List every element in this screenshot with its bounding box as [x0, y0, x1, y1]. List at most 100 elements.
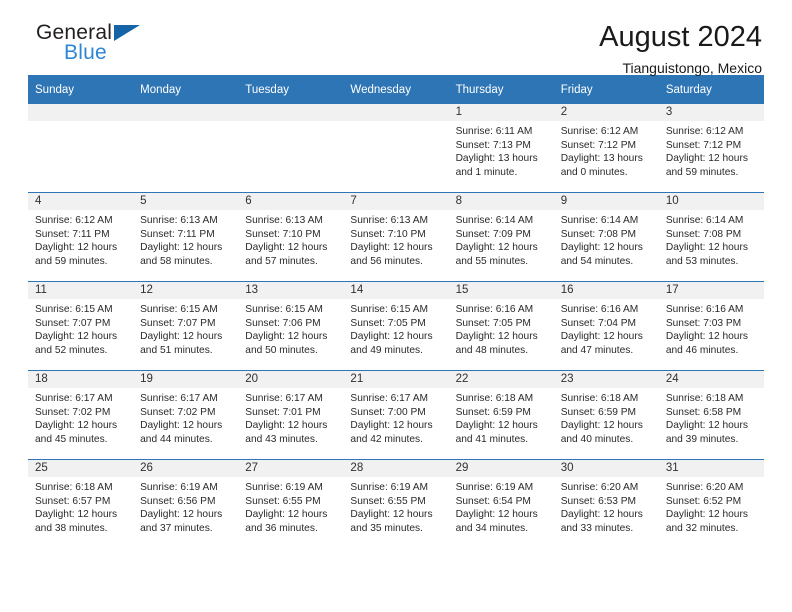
sunset-time: Sunset: 7:03 PM [665, 317, 742, 329]
calendar-week-row: 18 Sunrise: 6:17 AM Sunset: 7:02 PM Dayligh… [28, 370, 764, 460]
daylight-duration-line2: and 52 minutes. [35, 344, 108, 356]
sunset-time: Sunset: 6:59 PM [560, 406, 637, 418]
daylight-duration-line2: and 39 minutes. [665, 433, 739, 445]
weekday-header-thursday: Thursday [448, 75, 554, 104]
calendar-day-cell[interactable]: 11 Sunrise: 6:15 AM Sunset: 7:07 PM Dayligh… [28, 281, 134, 371]
daylight-duration-line1: Daylight: 12 hours [245, 420, 328, 432]
daylight-duration-line1: Daylight: 12 hours [245, 509, 328, 521]
day-number: 22 [448, 371, 554, 388]
day-details: Sunrise: 6:15 AM Sunset: 7:06 PM Daylight:… [238, 299, 343, 357]
calendar-day-cell[interactable]: 13 Sunrise: 6:15 AM Sunset: 7:06 PM Dayligh… [238, 281, 344, 371]
calendar-day-cell[interactable]: 28 Sunrise: 6:19 AM Sunset: 6:55 PM Dayligh… [343, 460, 449, 549]
sunrise-time: Sunrise: 6:16 AM [455, 304, 534, 315]
daylight-duration-line2: and 46 minutes. [665, 344, 739, 356]
day-details: Sunrise: 6:12 AM Sunset: 7:11 PM Daylight:… [28, 210, 133, 268]
day-number: 19 [133, 371, 239, 388]
sunrise-time: Sunrise: 6:16 AM [665, 304, 744, 315]
calendar-day-cell[interactable]: 6 Sunrise: 6:13 AM Sunset: 7:10 PM Daylight… [238, 192, 344, 282]
day-number [28, 104, 134, 121]
calendar-day-cell[interactable]: 7 Sunrise: 6:13 AM Sunset: 7:10 PM Daylight… [343, 192, 449, 282]
sunset-time: Sunset: 7:05 PM [350, 317, 426, 329]
calendar-day-cell[interactable]: 10 Sunrise: 6:14 AM Sunset: 7:08 PM Dayligh… [658, 192, 764, 282]
calendar-day-cell[interactable]: 21 Sunrise: 6:17 AM Sunset: 7:00 PM Dayligh… [343, 370, 449, 460]
daylight-duration-line1: Daylight: 12 hours [665, 420, 748, 432]
daylight-duration-line1: Daylight: 12 hours [455, 509, 538, 521]
day-number: 17 [658, 282, 764, 299]
weekday-header-saturday: Saturday [658, 75, 764, 104]
calendar-cell-empty [343, 104, 449, 193]
brand-logo[interactable]: General Blue [36, 22, 216, 72]
calendar-day-cell[interactable]: 26 Sunrise: 6:19 AM Sunset: 6:56 PM Dayligh… [133, 460, 239, 549]
daylight-duration-line1: Daylight: 12 hours [350, 420, 433, 432]
calendar-day-cell[interactable]: 29 Sunrise: 6:19 AM Sunset: 6:54 PM Dayligh… [448, 460, 554, 549]
sunset-time: Sunset: 7:02 PM [140, 406, 216, 418]
calendar-day-cell[interactable]: 3 Sunrise: 6:12 AM Sunset: 7:12 PM Daylight… [658, 104, 764, 193]
day-number: 14 [343, 282, 449, 299]
calendar-day-cell[interactable]: 2 Sunrise: 6:12 AM Sunset: 7:12 PM Daylight… [553, 104, 659, 193]
daylight-duration-line1: Daylight: 12 hours [245, 331, 328, 343]
sunrise-time: Sunrise: 6:17 AM [35, 393, 113, 404]
calendar-day-cell[interactable]: 12 Sunrise: 6:15 AM Sunset: 7:07 PM Dayligh… [133, 281, 239, 371]
day-number: 15 [448, 282, 554, 299]
calendar-day-cell[interactable]: 1 Sunrise: 6:11 AM Sunset: 7:13 PM Daylight… [448, 104, 554, 193]
sunrise-time: Sunrise: 6:17 AM [245, 393, 323, 404]
sunset-time: Sunset: 7:06 PM [245, 317, 321, 329]
daylight-duration-line1: Daylight: 12 hours [560, 331, 643, 343]
day-details: Sunrise: 6:14 AM Sunset: 7:08 PM Daylight:… [554, 210, 659, 268]
sunrise-time: Sunrise: 6:18 AM [455, 393, 534, 404]
sunset-time: Sunset: 7:00 PM [350, 406, 426, 418]
calendar-day-cell[interactable]: 31 Sunrise: 6:20 AM Sunset: 6:52 PM Dayligh… [658, 460, 764, 549]
sunrise-time: Sunrise: 6:19 AM [350, 482, 429, 493]
weekday-header-monday: Monday [133, 75, 239, 104]
sunrise-time: Sunrise: 6:15 AM [140, 304, 218, 315]
sunset-time: Sunset: 6:54 PM [455, 495, 531, 507]
day-details: Sunrise: 6:17 AM Sunset: 7:02 PM Daylight:… [133, 388, 238, 446]
calendar-day-cell[interactable]: 4 Sunrise: 6:12 AM Sunset: 7:11 PM Daylight… [28, 192, 134, 282]
sunset-time: Sunset: 7:04 PM [560, 317, 637, 329]
calendar-header-row: Sunday Monday Tuesday Wednesday Thursday… [28, 75, 764, 104]
daylight-duration-line2: and 33 minutes. [560, 522, 634, 534]
calendar-day-cell[interactable]: 16 Sunrise: 6:16 AM Sunset: 7:04 PM Dayligh… [553, 281, 659, 371]
calendar-day-cell[interactable]: 30 Sunrise: 6:20 AM Sunset: 6:53 PM Dayligh… [553, 460, 659, 549]
calendar-day-cell[interactable]: 17 Sunrise: 6:16 AM Sunset: 7:03 PM Dayligh… [658, 281, 764, 371]
daylight-duration-line2: and 45 minutes. [35, 433, 108, 445]
calendar-day-cell[interactable]: 20 Sunrise: 6:17 AM Sunset: 7:01 PM Dayligh… [238, 370, 344, 460]
sunset-time: Sunset: 6:55 PM [350, 495, 426, 507]
sunrise-time: Sunrise: 6:13 AM [245, 215, 323, 226]
day-details: Sunrise: 6:11 AM Sunset: 7:13 PM Daylight:… [449, 121, 554, 179]
day-details: Sunrise: 6:17 AM Sunset: 7:02 PM Daylight:… [28, 388, 133, 446]
calendar-day-cell[interactable]: 23 Sunrise: 6:18 AM Sunset: 6:59 PM Dayligh… [553, 370, 659, 460]
calendar-week-row: 4 Sunrise: 6:12 AM Sunset: 7:11 PM Daylight… [28, 192, 764, 282]
sunrise-time: Sunrise: 6:16 AM [560, 304, 639, 315]
calendar-day-cell[interactable]: 8 Sunrise: 6:14 AM Sunset: 7:09 PM Daylight… [448, 192, 554, 282]
calendar-day-cell[interactable]: 15 Sunrise: 6:16 AM Sunset: 7:05 PM Dayligh… [448, 281, 554, 371]
day-number: 30 [553, 460, 659, 477]
sunset-time: Sunset: 7:11 PM [140, 228, 215, 240]
daylight-duration-line2: and 50 minutes. [245, 344, 318, 356]
calendar-day-cell[interactable]: 24 Sunrise: 6:18 AM Sunset: 6:58 PM Dayligh… [658, 370, 764, 460]
calendar-day-cell[interactable]: 18 Sunrise: 6:17 AM Sunset: 7:02 PM Dayligh… [28, 370, 134, 460]
calendar-day-cell[interactable]: 9 Sunrise: 6:14 AM Sunset: 7:08 PM Daylight… [553, 192, 659, 282]
day-details: Sunrise: 6:19 AM Sunset: 6:55 PM Daylight:… [238, 477, 343, 535]
calendar-day-cell[interactable]: 22 Sunrise: 6:18 AM Sunset: 6:59 PM Dayligh… [448, 370, 554, 460]
day-details: Sunrise: 6:14 AM Sunset: 7:09 PM Daylight:… [449, 210, 554, 268]
calendar-day-cell[interactable]: 14 Sunrise: 6:15 AM Sunset: 7:05 PM Dayligh… [343, 281, 449, 371]
calendar-day-cell[interactable]: 19 Sunrise: 6:17 AM Sunset: 7:02 PM Dayligh… [133, 370, 239, 460]
calendar-cell-empty [28, 104, 134, 193]
day-details: Sunrise: 6:13 AM Sunset: 7:11 PM Daylight:… [133, 210, 238, 268]
day-number: 13 [238, 282, 344, 299]
day-number: 23 [553, 371, 659, 388]
daylight-duration-line1: Daylight: 12 hours [560, 420, 643, 432]
calendar-day-cell[interactable]: 25 Sunrise: 6:18 AM Sunset: 6:57 PM Dayligh… [28, 460, 134, 549]
daylight-duration-line2: and 48 minutes. [455, 344, 529, 356]
daylight-duration-line2: and 37 minutes. [140, 522, 213, 534]
calendar-day-cell[interactable]: 5 Sunrise: 6:13 AM Sunset: 7:11 PM Daylight… [133, 192, 239, 282]
day-number: 11 [28, 282, 134, 299]
calendar-week-row: 25 Sunrise: 6:18 AM Sunset: 6:57 PM Dayligh… [28, 460, 764, 549]
daylight-duration-line2: and 54 minutes. [560, 255, 634, 267]
day-number: 12 [133, 282, 239, 299]
calendar-day-cell[interactable]: 27 Sunrise: 6:19 AM Sunset: 6:55 PM Dayligh… [238, 460, 344, 549]
sunset-time: Sunset: 7:10 PM [245, 228, 321, 240]
weekday-header-tuesday: Tuesday [238, 75, 344, 104]
sunrise-time: Sunrise: 6:20 AM [665, 482, 744, 493]
